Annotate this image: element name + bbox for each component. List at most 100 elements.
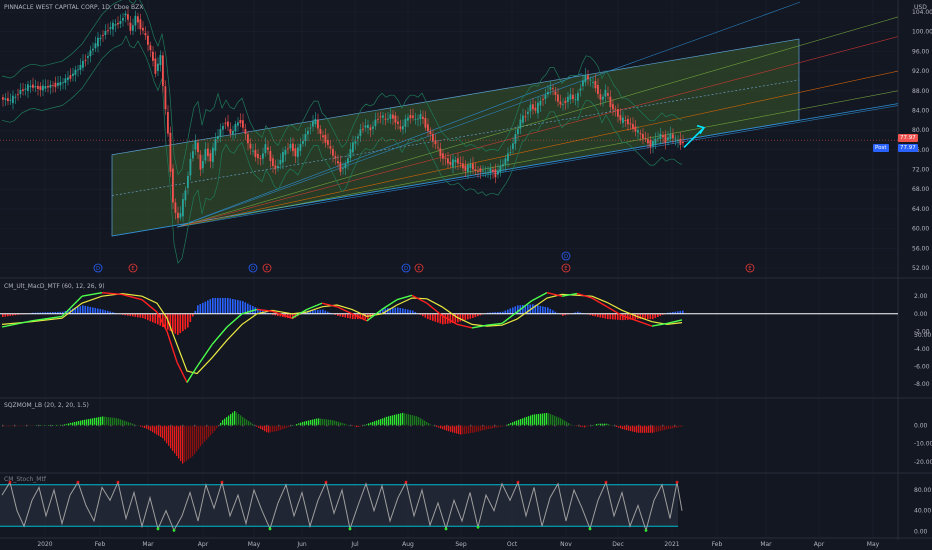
squeeze-bar (96, 417, 98, 426)
symbol-title[interactable]: PINNACLE WEST CAPITAL CORP, 1D, Cboe BZX (4, 4, 143, 11)
candle-body (232, 130, 234, 135)
event-label: D (96, 266, 100, 272)
squeeze-bar (588, 425, 590, 427)
macd-histogram-bar (144, 313, 147, 320)
squeeze-bar (542, 413, 544, 426)
stoch-pane-title[interactable]: CM_Stoch_Mtf (4, 476, 46, 483)
candle-body (654, 138, 657, 144)
squeeze-bar (562, 419, 564, 426)
squeeze-bar (552, 414, 554, 426)
squeeze-bar (640, 425, 642, 433)
squeeze-dot (494, 424, 496, 427)
sqz-pane-title[interactable]: SQZMOM_LB (20, 2, 20, 1.5) (4, 402, 89, 409)
squeeze-bar (90, 418, 92, 426)
squeeze-dot (410, 424, 412, 427)
candle-body (24, 88, 27, 90)
candle-body (152, 51, 154, 61)
candle-body (319, 129, 322, 134)
x-tick-label: Dec (612, 541, 624, 548)
squeeze-dot (250, 424, 252, 427)
macd-histogram-bar (179, 313, 182, 334)
candle-body (572, 94, 574, 99)
squeeze-bar (424, 420, 426, 426)
candle-body (94, 43, 97, 49)
macd-histogram-bar (467, 313, 469, 320)
candle-body (512, 143, 514, 150)
candle-body (207, 148, 209, 157)
candle-body (259, 158, 262, 160)
squeeze-bar (196, 425, 198, 452)
squeeze-bar (8, 425, 10, 427)
candle-body (114, 24, 117, 26)
squeeze-bar (88, 419, 90, 426)
squeeze-bar (458, 425, 460, 435)
squeeze-bar (492, 425, 494, 429)
macd-histogram-bar (469, 313, 472, 319)
macd-histogram-bar (87, 306, 89, 314)
squeeze-dot (314, 424, 316, 427)
squeeze-bar (318, 418, 320, 426)
x-tick-label: Oct (507, 541, 518, 548)
squeeze-dot (394, 424, 396, 427)
squeeze-bar (524, 417, 526, 426)
squeeze-dot (630, 424, 632, 427)
squeeze-bar (428, 423, 430, 426)
squeeze-bar (340, 422, 342, 426)
squeeze-bar (378, 419, 380, 426)
squeeze-bar (596, 424, 598, 426)
candle-body (42, 85, 44, 91)
squeeze-bar (120, 419, 122, 426)
macd-histogram-bar (472, 313, 474, 319)
squeeze-bar (326, 419, 328, 426)
candle-body (624, 120, 627, 121)
squeeze-dot (118, 424, 120, 427)
stoch-extreme-marker (604, 480, 608, 484)
squeeze-dot (610, 424, 612, 427)
candle-body (194, 140, 197, 150)
squeeze-bar (400, 413, 402, 426)
candle-body (567, 96, 569, 103)
candle-body (284, 149, 287, 155)
macd-histogram-bar (137, 313, 139, 318)
squeeze-bar (60, 424, 62, 426)
squeeze-bar (638, 425, 640, 433)
candle-body (157, 63, 159, 72)
candle-body (104, 30, 107, 35)
candle-body (459, 162, 462, 164)
macd-histogram-bar (184, 313, 187, 330)
macd-histogram-bar (399, 307, 402, 314)
candle-body (242, 120, 244, 128)
macd-histogram-bar (187, 313, 189, 328)
stoch-extreme-marker (76, 480, 80, 484)
stoch-extreme-marker (268, 527, 272, 531)
x-tick-label: Jun (296, 541, 307, 548)
squeeze-bar (536, 414, 538, 426)
candle-body (387, 118, 389, 120)
macd-histogram-bar (602, 313, 604, 319)
squeeze-bar (636, 425, 638, 433)
candle-body (532, 104, 534, 110)
stoch-extreme-marker (324, 480, 328, 484)
squeeze-bar (106, 416, 108, 426)
event-label: D (564, 254, 568, 260)
macd-histogram-bar (427, 313, 429, 320)
candle-body (642, 133, 644, 139)
squeeze-bar (176, 425, 178, 456)
macd-pane-title[interactable]: CM_Ult_MacD_MTF (60, 12, 26, 9) (4, 283, 105, 290)
candle-body (637, 130, 639, 133)
squeeze-dot (82, 424, 84, 427)
squeeze-bar (16, 425, 18, 427)
candle-body (379, 116, 382, 118)
macd-line-segment (196, 344, 213, 367)
squeeze-dot (398, 424, 400, 427)
squeeze-dot (342, 424, 344, 427)
squeeze-dot (194, 424, 196, 427)
candle-body (494, 169, 497, 178)
candle-body (409, 115, 412, 119)
macd-histogram-bar (432, 313, 434, 321)
squeeze-bar (412, 415, 414, 426)
candle-body (502, 164, 504, 167)
candle-body (202, 161, 204, 169)
squeeze-bar (368, 423, 370, 426)
candle-body (92, 48, 94, 51)
